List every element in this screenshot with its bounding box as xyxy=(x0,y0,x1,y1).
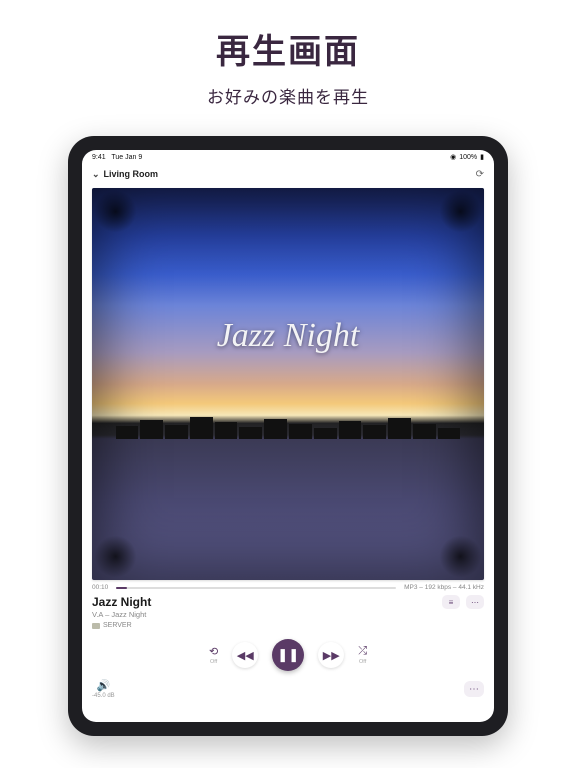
shuffle-icon: ⤮ xyxy=(358,645,367,658)
elapsed-time: 00:10 xyxy=(92,584,108,591)
track-meta: Jazz Night V.A – Jazz Night SERVER xyxy=(92,595,151,629)
status-right: ◉ 100% ▮ xyxy=(450,153,484,161)
more-options-button[interactable]: ⋯ xyxy=(466,595,484,609)
status-battery-text: 100% xyxy=(459,154,477,161)
queue-button[interactable]: ≡ xyxy=(442,595,460,609)
status-bar: 9:41 Tue Jan 9 ◉ 100% ▮ xyxy=(82,150,494,164)
loop-icon[interactable]: ⟳ xyxy=(476,169,484,180)
shuffle-button[interactable]: ⤮ Off xyxy=(358,645,367,665)
status-date: Tue Jan 9 xyxy=(111,154,142,161)
track-title: Jazz Night xyxy=(92,595,151,609)
pause-button[interactable]: ❚❚ xyxy=(272,639,304,671)
meta-row: Jazz Night V.A – Jazz Night SERVER ≡ ⋯ xyxy=(82,591,494,629)
server-icon xyxy=(92,623,100,629)
tablet-screen: 9:41 Tue Jan 9 ◉ 100% ▮ ⌄ Living Room ⟳ xyxy=(82,150,494,722)
volume-icon: 🔊 xyxy=(96,679,110,692)
next-button[interactable]: ▶▶ xyxy=(318,642,344,668)
promo-subtitle: お好みの楽曲を再生 xyxy=(207,83,369,108)
repeat-button[interactable]: ⟲ Off xyxy=(209,645,218,665)
battery-icon: ▮ xyxy=(480,153,484,161)
source-label: SERVER xyxy=(103,622,132,629)
track-subtitle: V.A – Jazz Night xyxy=(92,610,151,619)
track-source[interactable]: SERVER xyxy=(92,622,151,629)
volume-button[interactable]: 🔊 -45.0 dB xyxy=(92,679,115,699)
progress-fill xyxy=(116,587,127,589)
room-name: Living Room xyxy=(104,169,159,179)
chevron-down-icon: ⌄ xyxy=(92,169,100,180)
album-art-title: Jazz Night xyxy=(92,317,484,355)
promo-title: 再生画面 xyxy=(216,24,360,73)
header-bar: ⌄ Living Room ⟳ xyxy=(82,164,494,184)
progress-row: 00:10 MP3 – 192 kbps – 44.1 kHz xyxy=(82,580,494,591)
album-art-container: Jazz Night xyxy=(82,184,494,580)
format-info: MP3 – 192 kbps – 44.1 kHz xyxy=(404,584,484,591)
previous-button[interactable]: ◀◀ xyxy=(232,642,258,668)
volume-db: -45.0 dB xyxy=(92,693,115,699)
meta-buttons: ≡ ⋯ xyxy=(442,595,484,609)
shuffle-label: Off xyxy=(359,659,366,665)
wifi-icon: ◉ xyxy=(450,153,456,161)
transport-controls: ⟲ Off ◀◀ ❚❚ ▶▶ ⤮ Off xyxy=(82,629,494,671)
tablet-frame: 9:41 Tue Jan 9 ◉ 100% ▮ ⌄ Living Room ⟳ xyxy=(68,136,508,736)
skyline-graphic xyxy=(92,415,484,439)
status-left: 9:41 Tue Jan 9 xyxy=(92,154,142,161)
bottom-row: 🔊 -45.0 dB ⋯ xyxy=(82,671,494,707)
status-time: 9:41 xyxy=(92,154,106,161)
album-art[interactable]: Jazz Night xyxy=(92,188,484,580)
bottom-more-button[interactable]: ⋯ xyxy=(464,681,484,697)
progress-slider[interactable] xyxy=(116,587,396,589)
previous-icon: ◀◀ xyxy=(237,649,254,662)
pause-icon: ❚❚ xyxy=(277,647,299,663)
repeat-icon: ⟲ xyxy=(209,645,218,658)
next-icon: ▶▶ xyxy=(323,649,340,662)
ellipsis-icon: ⋯ xyxy=(469,684,479,695)
room-selector[interactable]: ⌄ Living Room xyxy=(92,169,158,180)
repeat-label: Off xyxy=(210,659,217,665)
